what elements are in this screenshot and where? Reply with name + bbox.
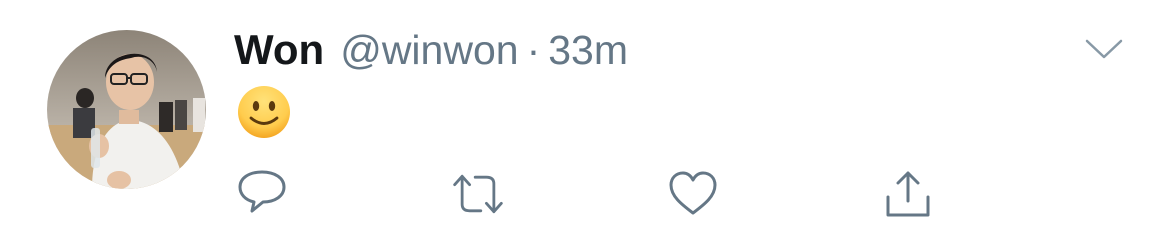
like-button[interactable] — [665, 166, 721, 222]
more-options-button[interactable] — [1084, 36, 1124, 62]
user-handle[interactable]: @winwon — [340, 27, 518, 74]
separator-dot: · — [526, 27, 541, 73]
chevron-down-icon — [1085, 39, 1123, 59]
share-button[interactable] — [880, 166, 936, 222]
share-icon — [886, 171, 930, 217]
slightly-smiling-face-icon — [238, 86, 290, 138]
reply-icon — [238, 170, 286, 213]
tweet[interactable]: Won @winwon · 33m — [0, 0, 1170, 240]
retweet-icon — [453, 174, 503, 214]
reply-button[interactable] — [234, 166, 290, 222]
retweet-button[interactable] — [450, 166, 506, 222]
tweet-text — [236, 84, 292, 140]
tweet-actions — [0, 166, 1170, 226]
tweet-header: Won @winwon · 33m — [234, 26, 628, 82]
tweet-timestamp[interactable]: 33m — [548, 27, 628, 74]
display-name[interactable]: Won — [234, 26, 324, 74]
heart-icon — [669, 171, 717, 215]
